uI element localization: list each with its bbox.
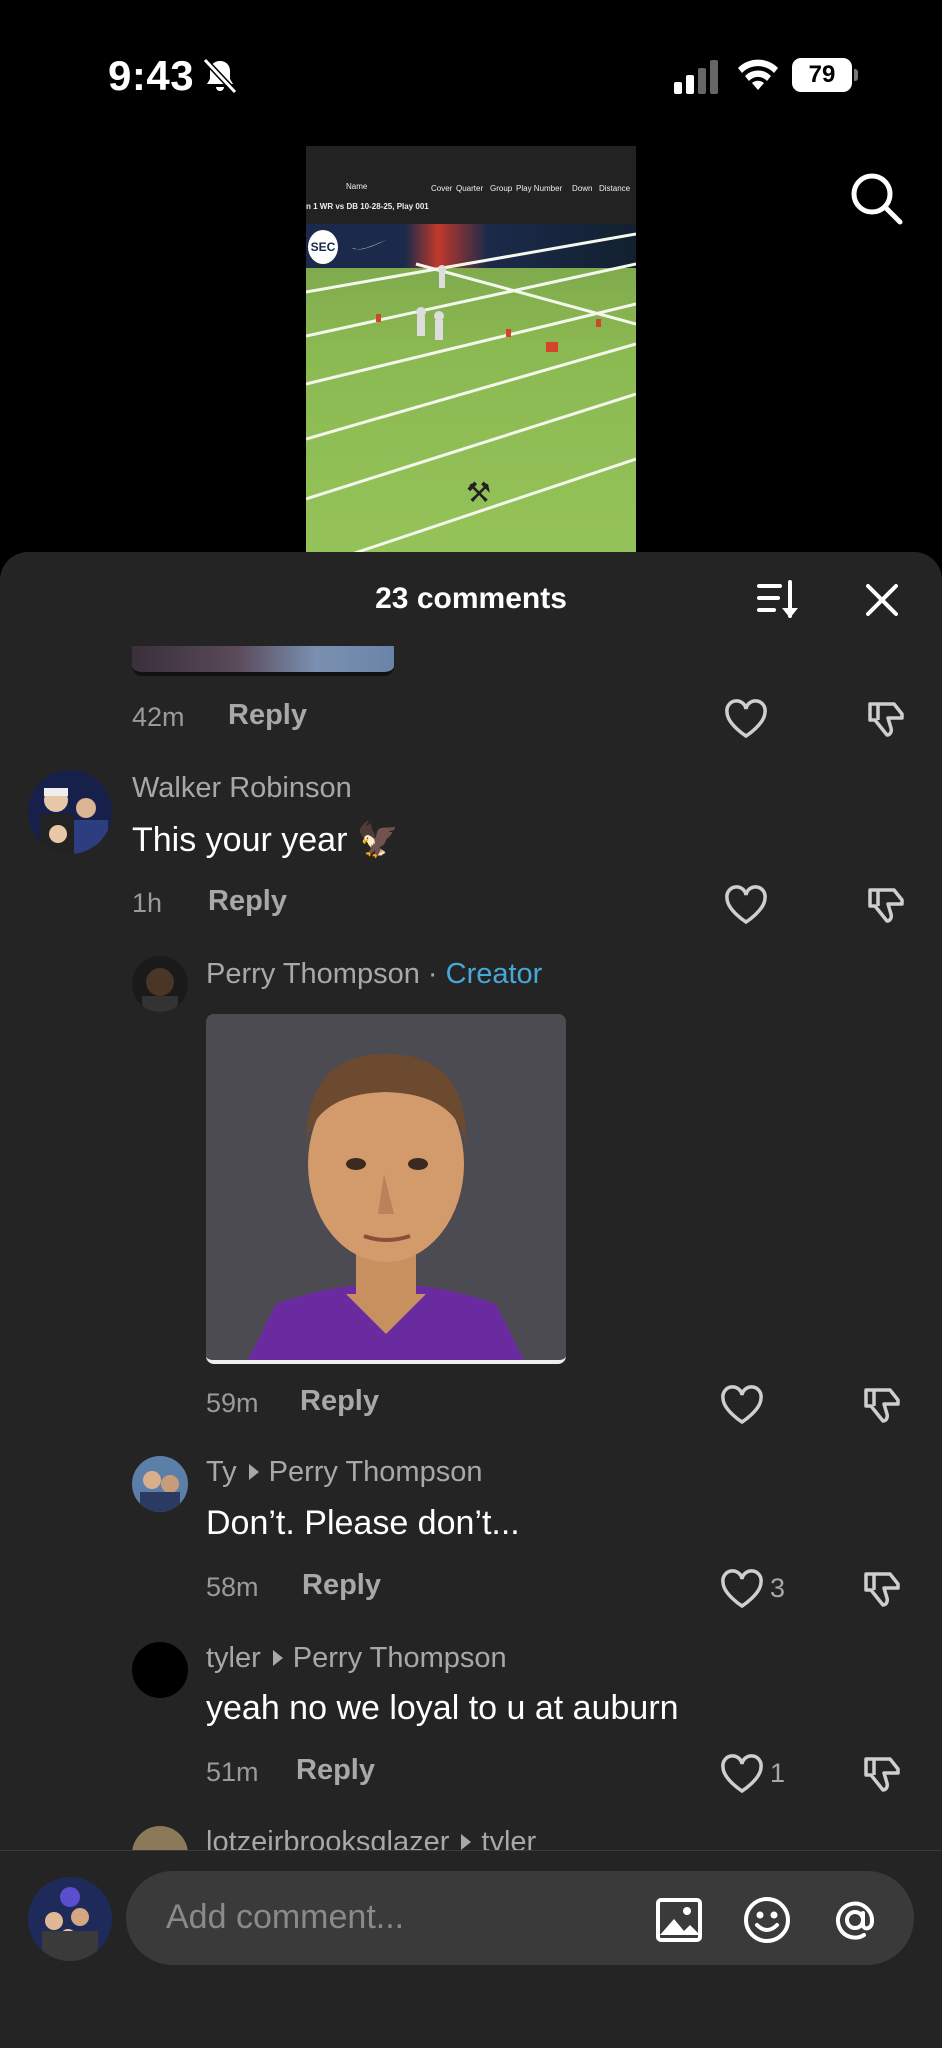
avatar[interactable] xyxy=(132,1456,188,1512)
wifi-icon xyxy=(738,59,778,90)
reply-button[interactable]: Reply xyxy=(296,1754,375,1787)
thumbs-down-icon[interactable] xyxy=(864,698,908,742)
creator-badge: Creator xyxy=(445,958,543,990)
avatar[interactable] xyxy=(132,956,188,1012)
bell-muted-icon xyxy=(202,57,238,95)
comment-input-placeholder: Add comment... xyxy=(166,1898,405,1936)
comment-time: 51m xyxy=(206,1757,259,1787)
comment-time: 42m xyxy=(132,702,185,732)
comment-text: Don’t. Please don’t... xyxy=(206,1504,520,1542)
comment-username[interactable]: Ty Perry Thompson xyxy=(206,1456,482,1489)
comment-text: yeah no we loyal to u at auburn xyxy=(206,1689,679,1727)
avatar[interactable] xyxy=(28,770,112,854)
overlay-col-play-number: Play Number xyxy=(516,184,563,193)
comment-image[interactable] xyxy=(206,1014,566,1364)
search-icon[interactable] xyxy=(848,170,904,226)
comment-username[interactable]: tyler Perry Thompson xyxy=(206,1642,507,1675)
heart-icon[interactable] xyxy=(720,1754,764,1794)
name-separator: · xyxy=(419,958,446,990)
heart-icon[interactable] xyxy=(724,885,768,925)
comment-input[interactable]: Add comment... xyxy=(126,1871,914,1965)
close-icon[interactable] xyxy=(860,578,904,622)
thumbs-down-icon[interactable] xyxy=(860,1384,904,1428)
battery-level: 79 xyxy=(792,58,852,92)
reply-arrow-icon xyxy=(461,1834,472,1851)
reply-to-name: Perry Thompson xyxy=(292,1642,507,1674)
avatar[interactable] xyxy=(28,1877,112,1961)
video-preview[interactable]: Name Cover Quarter Group Play Number Dow… xyxy=(306,146,636,556)
reply-button[interactable]: Reply xyxy=(228,699,307,732)
comment-input-bar: Add comment... xyxy=(0,1850,942,2048)
comment-image[interactable] xyxy=(132,646,394,676)
status-bar: 9:43 79 xyxy=(0,0,942,150)
reply-arrow-icon xyxy=(272,1650,283,1667)
overlay-col-quarter: Quarter xyxy=(456,184,484,193)
heart-icon[interactable] xyxy=(720,1569,764,1609)
reply-button[interactable]: Reply xyxy=(300,1385,379,1418)
comment-time: 1h xyxy=(132,888,163,918)
reply-button[interactable]: Reply xyxy=(208,885,287,918)
sort-icon[interactable] xyxy=(756,578,800,622)
comment-username[interactable]: Perry Thompson · Creator xyxy=(206,958,542,991)
like-count: 1 xyxy=(770,1758,786,1788)
commenter-name: tyler xyxy=(206,1642,261,1674)
comments-sheet: 23 comments 42m Reply Walker Robinson Th… xyxy=(0,552,942,2048)
thumbs-down-icon[interactable] xyxy=(864,884,908,928)
overlay-col-cover: Cover xyxy=(431,184,453,193)
avatar[interactable] xyxy=(132,1642,188,1698)
battery-indicator: 79 xyxy=(792,58,858,92)
cellular-signal-icon xyxy=(674,60,718,94)
reply-to-name: Perry Thompson xyxy=(268,1456,483,1488)
comment-time: 59m xyxy=(206,1388,259,1418)
overlay-col-distance: Distance xyxy=(599,184,631,193)
comment-username[interactable]: Walker Robinson xyxy=(132,772,352,805)
image-icon[interactable] xyxy=(654,1895,704,1945)
heart-icon[interactable] xyxy=(720,1385,764,1425)
commenter-name: Ty xyxy=(206,1456,237,1488)
video-overlay-bar: Name Cover Quarter Group Play Number Dow… xyxy=(306,146,636,224)
at-icon[interactable] xyxy=(830,1895,880,1945)
overlay-col-group: Group xyxy=(490,184,513,193)
comments-count-title: 23 comments xyxy=(375,582,567,615)
overlay-play-title: n 1 WR vs DB 10-28-25, Play 001 xyxy=(306,202,429,211)
reply-arrow-icon xyxy=(248,1464,259,1481)
heart-icon[interactable] xyxy=(724,699,768,739)
like-count: 3 xyxy=(770,1573,786,1603)
creator-name: Perry Thompson xyxy=(206,958,420,990)
comment-text: This your year 🦅 xyxy=(132,821,400,859)
hammer-pick-emoji: ⚒ xyxy=(466,477,492,508)
thumbs-down-icon[interactable] xyxy=(860,1568,904,1612)
overlay-col-down: Down xyxy=(572,184,593,193)
emoji-icon[interactable] xyxy=(742,1895,792,1945)
reply-button[interactable]: Reply xyxy=(302,1569,381,1602)
comment-time: 58m xyxy=(206,1572,259,1602)
overlay-name-label: Name xyxy=(346,182,368,191)
thumbs-down-icon[interactable] xyxy=(860,1753,904,1797)
status-time: 9:43 xyxy=(108,52,195,99)
